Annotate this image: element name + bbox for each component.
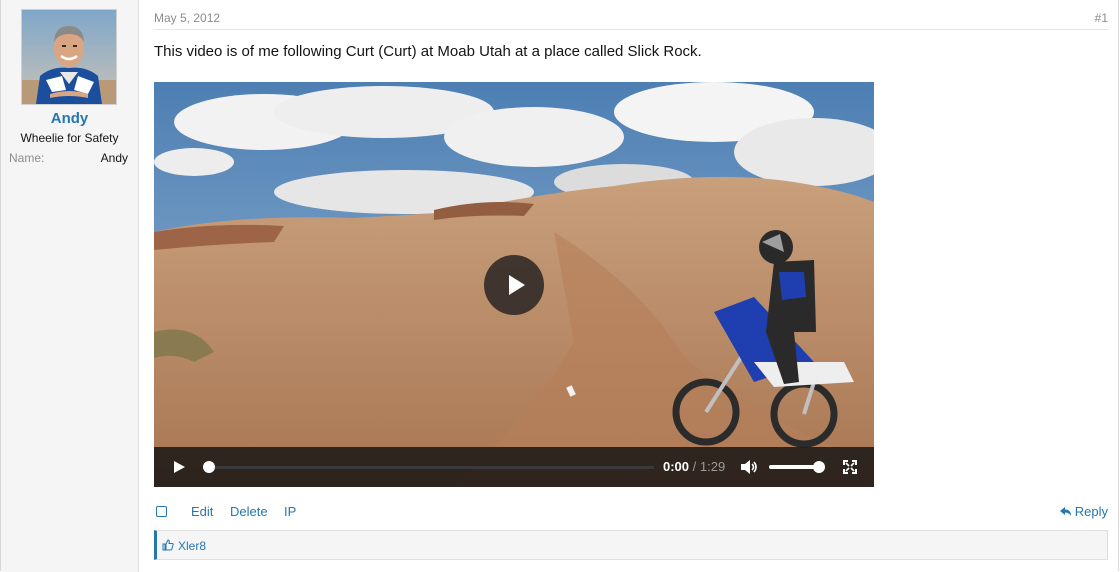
volume-icon[interactable] (740, 459, 758, 475)
user-extra-label: Name: (9, 151, 45, 165)
time-separator: / (692, 459, 697, 474)
post-actions: Edit Delete IP Reply (154, 503, 1108, 523)
ip-button[interactable]: IP (284, 504, 296, 519)
fullscreen-icon[interactable] (843, 460, 857, 474)
avatar[interactable] (21, 9, 117, 105)
post-number[interactable]: #1 (1095, 11, 1108, 25)
user-extra-value: Andy (100, 151, 128, 165)
post-date[interactable]: May 5, 2012 (154, 11, 220, 25)
post-container: Andy Wheelie for Safety Name: Andy May 5… (0, 0, 1119, 572)
time-display: 0:00 / 1:29 (663, 459, 725, 474)
username-link[interactable]: Andy (1, 110, 138, 127)
header-divider (154, 29, 1108, 30)
likes-bar: Xler8 (154, 530, 1108, 560)
edit-button[interactable]: Edit (191, 504, 213, 519)
reply-button[interactable]: Reply (1059, 504, 1108, 519)
reply-label: Reply (1074, 504, 1108, 519)
progress-handle[interactable] (203, 461, 215, 473)
video-player[interactable]: 0:00 / 1:29 (154, 82, 874, 487)
post-main: May 5, 2012 #1 This video is of me follo… (140, 0, 1118, 572)
big-play-button[interactable] (484, 255, 544, 315)
thumbs-up-icon (162, 539, 174, 551)
reply-icon (1059, 507, 1071, 516)
post-message: This video is of me following Curt (Curt… (154, 43, 702, 60)
user-sidebar: Andy Wheelie for Safety Name: Andy (1, 0, 139, 572)
video-controls: 0:00 / 1:29 (154, 447, 874, 487)
current-time: 0:00 (663, 459, 690, 474)
user-title: Wheelie for Safety (20, 131, 119, 145)
play-icon[interactable] (172, 460, 186, 474)
select-post-checkbox[interactable] (156, 506, 167, 517)
volume-handle[interactable] (812, 461, 825, 473)
progress-bar[interactable] (204, 466, 654, 469)
liker-link[interactable]: Xler8 (178, 539, 206, 553)
delete-button[interactable]: Delete (230, 504, 268, 519)
duration: 1:29 (699, 459, 726, 474)
